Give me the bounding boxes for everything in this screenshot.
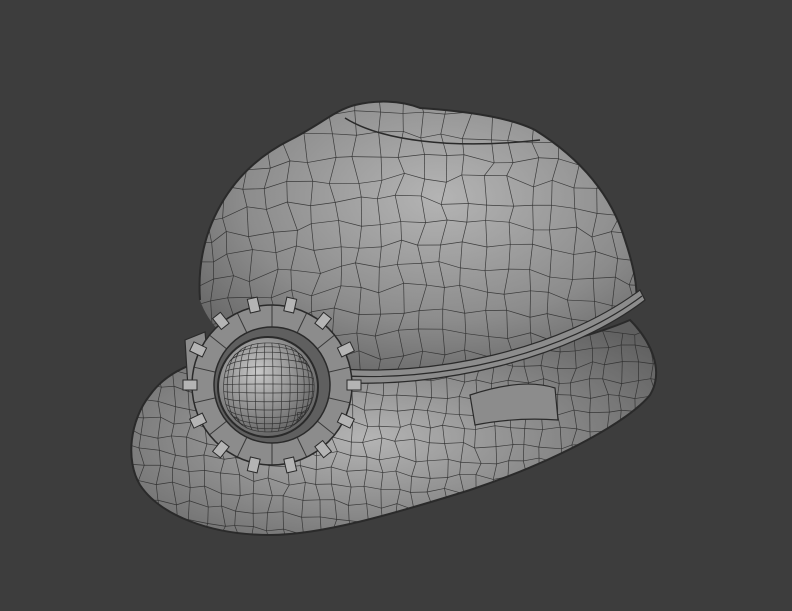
hard-hat-model[interactable] xyxy=(0,0,792,611)
3d-viewport[interactable] xyxy=(0,0,792,611)
